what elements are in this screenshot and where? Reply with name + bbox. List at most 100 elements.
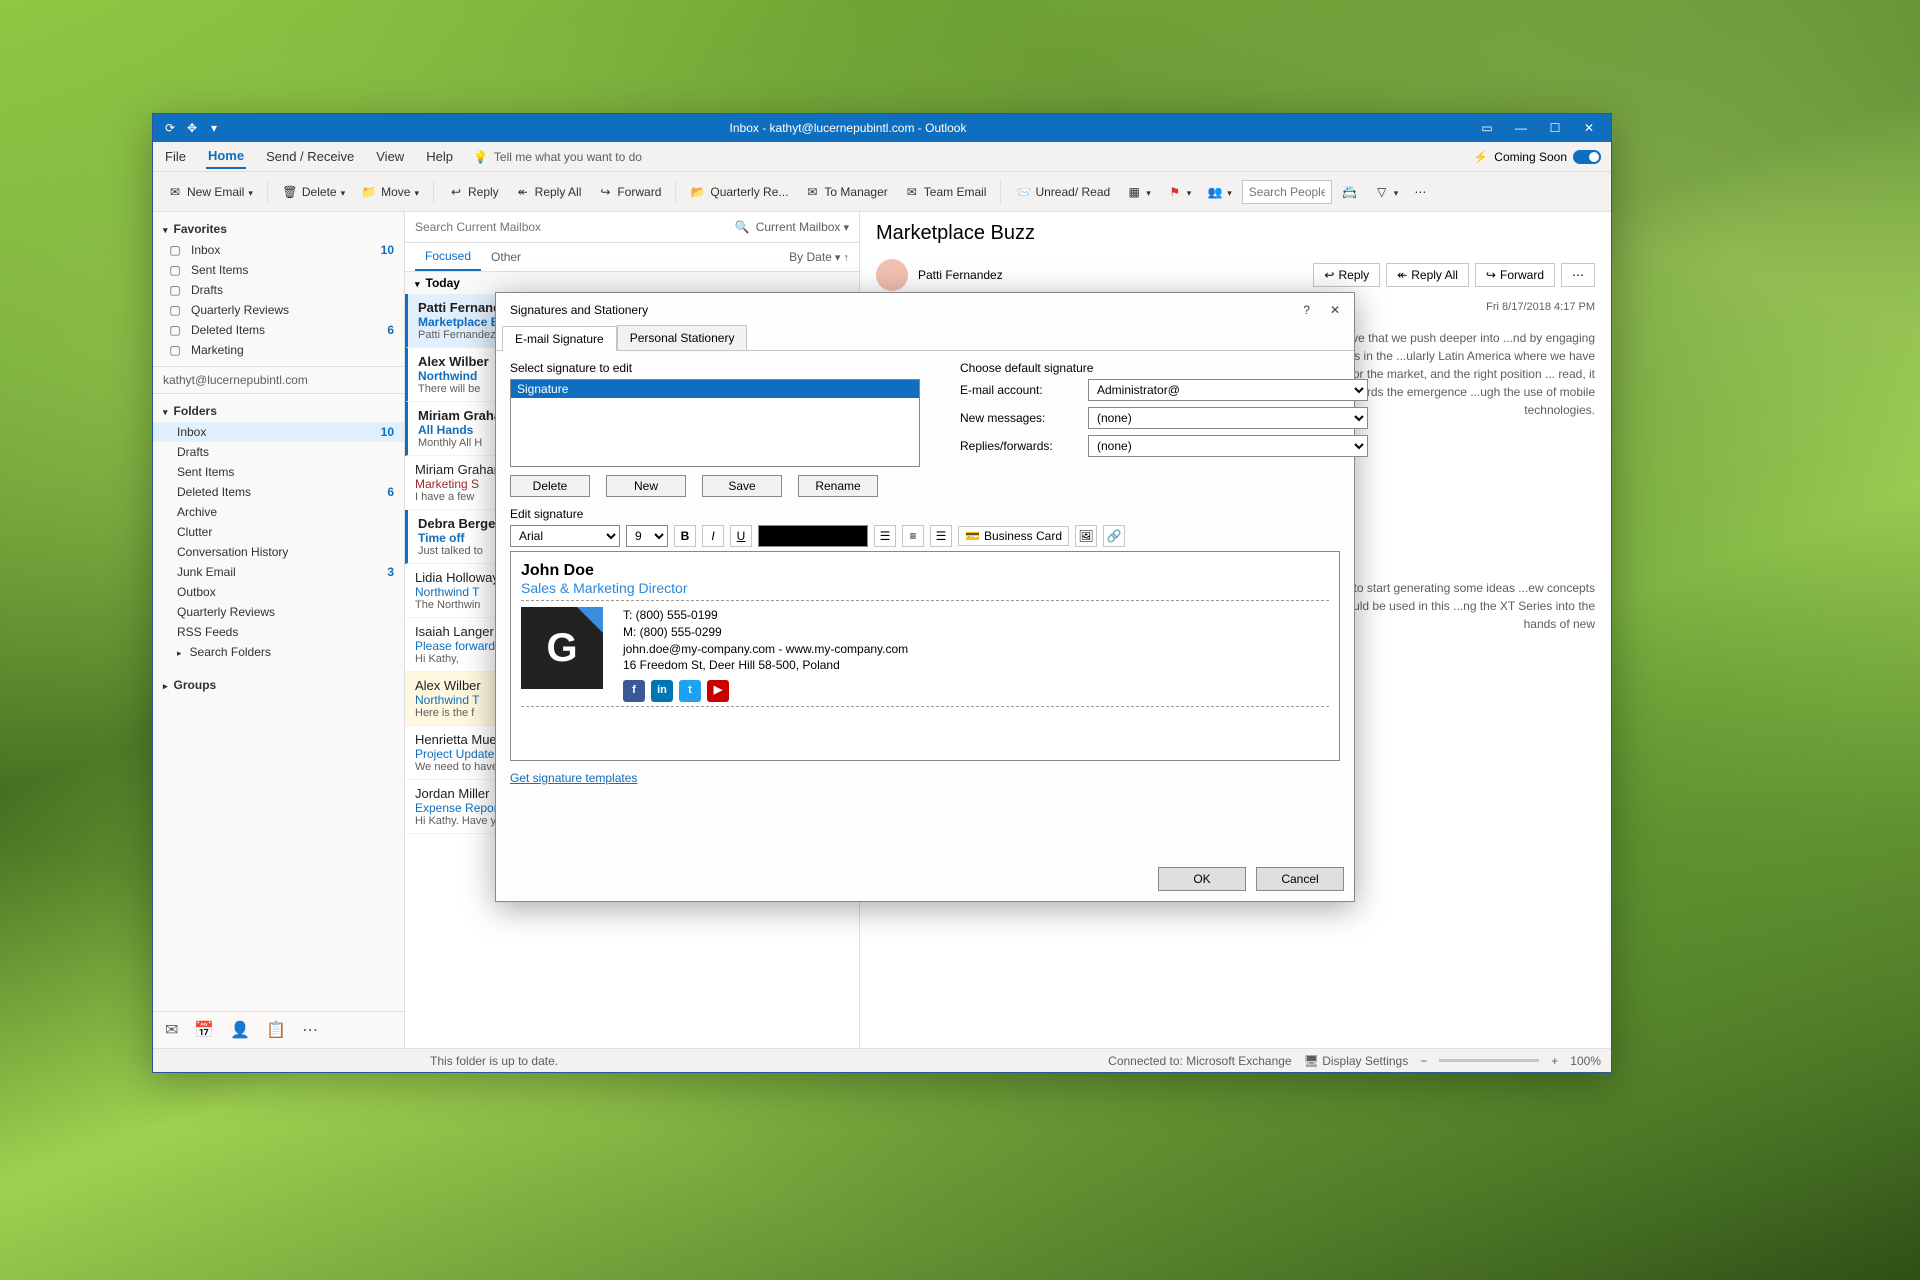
folder-item-conversation-history[interactable]: Conversation History: [153, 542, 404, 562]
signature-editor[interactable]: John Doe Sales & Marketing Director T: (…: [510, 551, 1340, 761]
nav-item-drafts[interactable]: ▢Drafts: [153, 280, 404, 300]
calendar-icon[interactable]: 📅: [194, 1020, 214, 1040]
reading-reply-button[interactable]: ↩Reply: [1313, 263, 1380, 287]
reading-more-button[interactable]: ⋯: [1561, 263, 1595, 287]
folder-item-outbox[interactable]: Outbox: [153, 582, 404, 602]
folder-item-archive[interactable]: Archive: [153, 502, 404, 522]
ok-button[interactable]: OK: [1158, 867, 1246, 891]
new-group-button[interactable]: 👥: [1201, 181, 1238, 203]
maximize-button[interactable]: ☐: [1539, 117, 1571, 139]
align-center-button[interactable]: ≡: [902, 525, 924, 547]
folder-item-sent-items[interactable]: Sent Items: [153, 462, 404, 482]
tab-help[interactable]: Help: [424, 145, 455, 168]
nav-item-quarterly-reviews[interactable]: ▢Quarterly Reviews: [153, 300, 404, 320]
italic-button[interactable]: I: [702, 525, 724, 547]
folder-item-rss-feeds[interactable]: RSS Feeds: [153, 622, 404, 642]
search-scope-dropdown[interactable]: Current Mailbox ▾: [750, 220, 855, 234]
folder-item-search-folders[interactable]: Search Folders: [153, 642, 404, 662]
align-right-button[interactable]: ☰: [930, 525, 952, 547]
dialog-close-button[interactable]: ✕: [1330, 303, 1340, 317]
address-book-button[interactable]: 📇: [1336, 181, 1364, 203]
folder-item-quarterly-reviews[interactable]: Quarterly Reviews: [153, 602, 404, 622]
tab-file[interactable]: File: [163, 145, 188, 168]
coming-soon-toggle[interactable]: [1573, 150, 1601, 164]
qat-button[interactable]: ✥: [181, 117, 203, 139]
categorize-button[interactable]: ▦: [1120, 181, 1157, 203]
reply-all-button[interactable]: ↞Reply All: [509, 181, 588, 203]
unread-read-button[interactable]: 📨Unread/ Read: [1009, 181, 1116, 203]
favorites-header[interactable]: Favorites: [153, 218, 404, 240]
save-signature-button[interactable]: Save: [702, 475, 782, 497]
business-card-button[interactable]: 💳Business Card: [958, 526, 1069, 546]
zoom-out-button[interactable]: −: [1420, 1054, 1427, 1068]
sort-dropdown[interactable]: By Date ▾ ↑: [789, 250, 849, 264]
tab-send-receive[interactable]: Send / Receive: [264, 145, 356, 168]
email-account-select[interactable]: Administrator@: [1088, 379, 1368, 401]
people-icon[interactable]: 👤: [230, 1020, 250, 1040]
signature-templates-link[interactable]: Get signature templates: [510, 771, 1340, 785]
reply-button[interactable]: ↩Reply: [442, 181, 505, 203]
zoom-in-button[interactable]: +: [1551, 1054, 1558, 1068]
delete-button[interactable]: 🗑Delete: [276, 181, 351, 203]
folder-item-clutter[interactable]: Clutter: [153, 522, 404, 542]
flag-button[interactable]: ⚑: [1161, 181, 1198, 203]
sync-icon[interactable]: ⟳: [159, 117, 181, 139]
forward-button[interactable]: ↪Forward: [591, 181, 667, 203]
groups-header[interactable]: Groups: [153, 674, 404, 696]
reading-reply-all-button[interactable]: ↞Reply All: [1386, 263, 1469, 287]
tab-view[interactable]: View: [374, 145, 406, 168]
nav-item-deleted-items[interactable]: ▢Deleted Items6: [153, 320, 404, 340]
new-email-button[interactable]: ✉New Email: [161, 181, 259, 203]
quick-step-team-email[interactable]: ✉Team Email: [898, 181, 993, 203]
folders-header[interactable]: Folders: [153, 400, 404, 422]
more-options[interactable]: ⋯: [1408, 182, 1432, 202]
filter-button[interactable]: ▽: [1368, 181, 1405, 203]
move-button[interactable]: 📁Move: [355, 181, 425, 203]
nav-item-inbox[interactable]: ▢Inbox10: [153, 240, 404, 260]
bold-button[interactable]: B: [674, 525, 696, 547]
underline-button[interactable]: U: [730, 525, 752, 547]
account-label[interactable]: kathyt@lucernepubintl.com: [153, 366, 404, 394]
font-select[interactable]: Arial: [510, 525, 620, 547]
close-button[interactable]: ✕: [1573, 117, 1605, 139]
mailbox-search-input[interactable]: [409, 216, 735, 238]
tell-me-search[interactable]: 💡Tell me what you want to do: [473, 150, 642, 164]
quick-step-quarterly[interactable]: 📂Quarterly Re...: [684, 181, 794, 203]
quick-step-to-manager[interactable]: ✉To Manager: [798, 181, 893, 203]
more-icon[interactable]: ⋯: [302, 1020, 318, 1040]
new-messages-select[interactable]: (none): [1088, 407, 1368, 429]
signature-listbox[interactable]: Signature: [510, 379, 920, 467]
rename-signature-button[interactable]: Rename: [798, 475, 878, 497]
ribbon-display-icon[interactable]: ▭: [1471, 117, 1503, 139]
tab-other[interactable]: Other: [481, 244, 531, 270]
folder-item-drafts[interactable]: Drafts: [153, 442, 404, 462]
tab-home[interactable]: Home: [206, 144, 246, 169]
nav-item-marketing[interactable]: ▢Marketing: [153, 340, 404, 360]
tab-personal-stationery[interactable]: Personal Stationery: [617, 325, 748, 350]
mail-icon[interactable]: ✉: [165, 1020, 178, 1040]
new-signature-button[interactable]: New: [606, 475, 686, 497]
folder-item-deleted-items[interactable]: Deleted Items6: [153, 482, 404, 502]
minimize-button[interactable]: —: [1505, 117, 1537, 139]
zoom-slider[interactable]: [1439, 1059, 1539, 1062]
replies-forwards-select[interactable]: (none): [1088, 435, 1368, 457]
group-header-today[interactable]: Today: [405, 272, 859, 294]
signature-list-item[interactable]: Signature: [511, 380, 919, 398]
folder-item-junk-email[interactable]: Junk Email3: [153, 562, 404, 582]
tab-email-signature[interactable]: E-mail Signature: [502, 326, 617, 351]
help-button[interactable]: ?: [1303, 303, 1310, 317]
tasks-icon[interactable]: 📋: [266, 1020, 286, 1040]
insert-link-button[interactable]: 🔗: [1103, 525, 1125, 547]
tab-focused[interactable]: Focused: [415, 243, 481, 271]
qat-dropdown[interactable]: ▾: [203, 117, 225, 139]
search-people-input[interactable]: [1242, 180, 1332, 204]
font-size-select[interactable]: 9: [626, 525, 668, 547]
display-settings-button[interactable]: 🖥 Display Settings: [1304, 1054, 1409, 1068]
nav-item-sent-items[interactable]: ▢Sent Items: [153, 260, 404, 280]
align-left-button[interactable]: ☰: [874, 525, 896, 547]
delete-signature-button[interactable]: Delete: [510, 475, 590, 497]
cancel-button[interactable]: Cancel: [1256, 867, 1344, 891]
font-color-picker[interactable]: [758, 525, 868, 547]
insert-picture-button[interactable]: 🖼: [1075, 525, 1097, 547]
search-icon[interactable]: 🔍: [735, 220, 750, 234]
